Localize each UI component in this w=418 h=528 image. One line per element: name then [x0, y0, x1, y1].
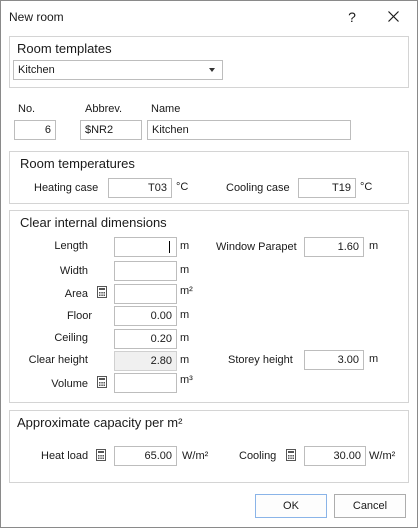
- room-temperatures-title: Room temperatures: [20, 156, 135, 171]
- area-unit: m²: [180, 285, 193, 297]
- clear-internal-dimensions-title: Clear internal dimensions: [20, 215, 167, 230]
- title-bar: New room ?: [1, 1, 417, 32]
- ceiling-unit: m: [180, 332, 190, 344]
- length-label: Length: [54, 240, 88, 252]
- room-number-input[interactable]: 6: [14, 120, 56, 140]
- length-input[interactable]: [114, 237, 177, 257]
- window-parapet-input[interactable]: 1.60: [304, 237, 364, 257]
- help-button[interactable]: ?: [341, 7, 363, 27]
- ceiling-input[interactable]: 0.20: [114, 329, 177, 349]
- chevron-down-icon: [209, 68, 215, 72]
- heating-case-label: Heating case: [34, 182, 99, 194]
- clear-internal-dimensions-group: Clear internal dimensions Length m Width…: [9, 210, 409, 403]
- heating-case-unit: °C: [176, 181, 189, 193]
- text-cursor: [169, 241, 170, 253]
- room-template-select[interactable]: Kitchen: [13, 60, 223, 80]
- approximate-capacity-group: Approximate capacity per m² Heat load 65…: [9, 410, 409, 483]
- room-templates-group: Room templates Kitchen: [9, 36, 409, 88]
- calculator-icon[interactable]: [97, 376, 107, 388]
- room-name-input[interactable]: Kitchen: [147, 120, 351, 140]
- width-input[interactable]: [114, 261, 177, 281]
- calculator-icon[interactable]: [286, 449, 296, 461]
- room-templates-title: Room templates: [17, 41, 112, 56]
- width-label: Width: [59, 265, 88, 277]
- heat-load-label: Heat load: [41, 450, 89, 462]
- cooling-capacity-label: Cooling: [239, 450, 277, 462]
- heating-case-input[interactable]: T03: [108, 178, 172, 198]
- volume-unit: m³: [180, 374, 193, 386]
- calculator-icon[interactable]: [97, 286, 107, 298]
- length-unit: m: [180, 240, 190, 252]
- floor-input[interactable]: 0.00: [114, 306, 177, 326]
- approximate-capacity-title: Approximate capacity per m²: [17, 415, 183, 430]
- new-room-dialog: New room ? Room templates Kitchen No. Ab…: [0, 0, 418, 528]
- calculator-icon[interactable]: [96, 449, 106, 461]
- room-template-value: Kitchen: [18, 64, 55, 76]
- ceiling-label: Ceiling: [54, 332, 88, 344]
- storey-height-unit: m: [369, 353, 379, 365]
- room-temperatures-group: Room temperatures Heating case T03 °C Co…: [9, 151, 409, 204]
- width-unit: m: [180, 264, 190, 276]
- name-label: Name: [151, 103, 181, 115]
- volume-label: Volume: [51, 378, 88, 390]
- floor-unit: m: [180, 309, 190, 321]
- area-input[interactable]: [114, 284, 177, 304]
- close-button[interactable]: [381, 6, 407, 28]
- volume-input[interactable]: [114, 373, 177, 393]
- cancel-button[interactable]: Cancel: [334, 494, 406, 518]
- cooling-capacity-input[interactable]: 30.00: [304, 446, 366, 466]
- clear-height-label: Clear height: [28, 354, 88, 366]
- cooling-capacity-unit: W/m²: [369, 450, 396, 462]
- storey-height-input[interactable]: 3.00: [304, 350, 364, 370]
- room-abbrev-input[interactable]: $NR2: [80, 120, 142, 140]
- floor-label: Floor: [66, 310, 92, 322]
- storey-height-label: Storey height: [228, 354, 293, 366]
- clear-height-value: 2.80: [114, 351, 177, 371]
- cooling-case-label: Cooling case: [226, 182, 290, 194]
- area-label: Area: [64, 288, 88, 300]
- window-parapet-label: Window Parapet: [216, 241, 297, 253]
- window-parapet-unit: m: [369, 240, 379, 252]
- dialog-title: New room: [9, 10, 64, 24]
- close-icon: [388, 11, 399, 22]
- heat-load-input[interactable]: 65.00: [114, 446, 177, 466]
- clear-height-unit: m: [180, 354, 190, 366]
- no-label: No.: [18, 103, 36, 115]
- abbrev-label: Abbrev.: [85, 103, 123, 115]
- cooling-case-input[interactable]: T19: [298, 178, 356, 198]
- heat-load-unit: W/m²: [182, 450, 209, 462]
- cooling-case-unit: °C: [360, 181, 373, 193]
- ok-button[interactable]: OK: [255, 494, 327, 518]
